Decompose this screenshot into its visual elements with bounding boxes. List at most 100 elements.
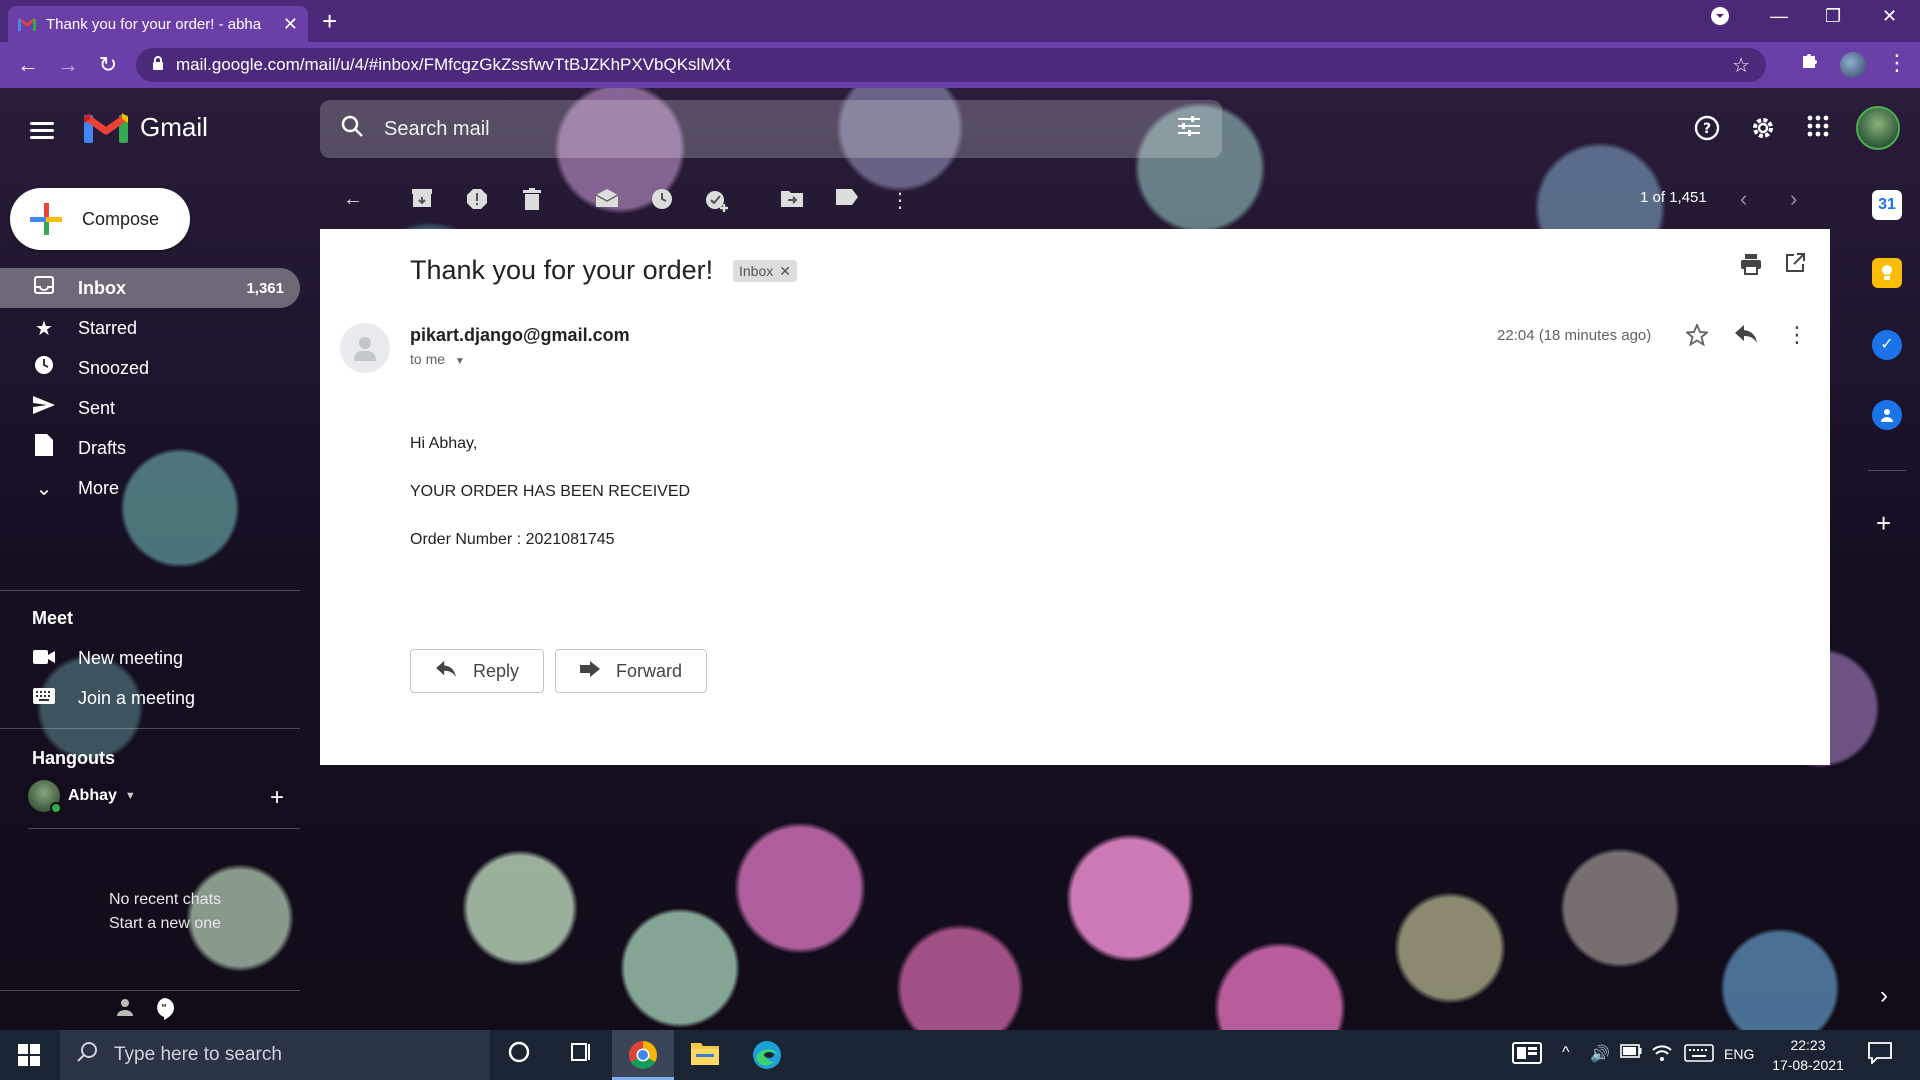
main-menu-icon[interactable]: [30, 118, 54, 143]
video-camera-icon: [32, 648, 56, 669]
taskbar-search-box[interactable]: Type here to search: [60, 1030, 490, 1080]
compose-button[interactable]: Compose: [10, 188, 190, 250]
browser-menu-icon[interactable]: ⋮: [1886, 50, 1908, 76]
older-chevron-right-icon[interactable]: ›: [1790, 186, 1797, 212]
browser-tab[interactable]: Thank you for your order! - abha ✕: [8, 6, 308, 42]
get-addons-plus-icon[interactable]: +: [1876, 508, 1891, 539]
show-side-panel-chevron-icon[interactable]: ›: [1880, 982, 1888, 1010]
close-window-icon[interactable]: ✕: [1882, 6, 1897, 27]
reload-icon[interactable]: ↻: [88, 52, 128, 78]
search-mail-input[interactable]: Search mail: [320, 100, 1222, 158]
join-meeting-button[interactable]: Join a meeting: [32, 688, 195, 709]
sidebar-item-label: Sent: [78, 397, 116, 418]
new-meeting-label: New meeting: [78, 648, 184, 668]
wifi-icon[interactable]: [1652, 1044, 1672, 1067]
add-to-tasks-icon[interactable]: [702, 188, 732, 212]
touch-keyboard-icon[interactable]: [1684, 1044, 1714, 1067]
forward-label: Forward: [616, 660, 683, 681]
newer-chevron-left-icon[interactable]: ‹: [1740, 186, 1747, 212]
cortana-icon[interactable]: [504, 1040, 534, 1070]
new-tab-icon[interactable]: +: [322, 6, 337, 37]
compose-plus-icon: [30, 203, 62, 235]
email-greeting: Hi Abhay,: [410, 435, 478, 452]
sidebar-item-starred[interactable]: ★ Starred: [0, 308, 300, 348]
snooze-clock-icon[interactable]: [647, 188, 677, 212]
lock-icon: [152, 55, 164, 75]
keep-notes-icon[interactable]: [1872, 258, 1902, 288]
inbox-unread-count: 1,361: [246, 279, 284, 297]
notifications-icon[interactable]: [1868, 1042, 1892, 1069]
sidebar-item-inbox[interactable]: Inbox 1,361: [0, 268, 300, 308]
reply-icon[interactable]: [1734, 324, 1758, 350]
tab-title: Thank you for your order! - abha: [46, 15, 262, 33]
url-field[interactable]: mail.google.com/mail/u/4/#inbox/FMfcgzGk…: [136, 48, 1766, 82]
start-new-chat-link[interactable]: Start a new one: [80, 912, 250, 936]
tablet-mode-icon[interactable]: [1512, 1042, 1542, 1069]
input-language[interactable]: ENG: [1724, 1046, 1754, 1062]
extensions-icon[interactable]: [1800, 50, 1820, 76]
star-outline-icon[interactable]: [1684, 322, 1710, 352]
sidebar-divider: [0, 990, 300, 991]
bookmark-star-icon[interactable]: ☆: [1732, 53, 1750, 78]
reply-button[interactable]: Reply: [410, 649, 545, 693]
file-explorer-icon[interactable]: [690, 1040, 720, 1070]
new-meeting-button[interactable]: New meeting: [32, 648, 183, 669]
mark-unread-icon[interactable]: [592, 188, 622, 212]
sidebar-item-drafts[interactable]: Drafts: [0, 428, 300, 468]
show-hidden-icons-chevron-icon[interactable]: ^: [1562, 1044, 1570, 1062]
chrome-icon[interactable]: [628, 1040, 658, 1070]
hangouts-quote-icon[interactable]: ": [154, 998, 174, 1025]
more-options-icon[interactable]: ⋮: [885, 188, 915, 212]
gmail-logo[interactable]: Gmail: [83, 111, 208, 143]
inbox-icon: [32, 276, 56, 300]
archive-icon[interactable]: [407, 188, 437, 212]
print-icon[interactable]: [1740, 253, 1762, 281]
sender-email[interactable]: pikart.django@gmail.com: [410, 325, 630, 346]
system-clock[interactable]: 22:23 17-08-2021: [1768, 1035, 1848, 1075]
sidebar-item-sent[interactable]: Sent: [0, 388, 300, 428]
windows-start-icon[interactable]: [18, 1044, 40, 1066]
remove-label-icon[interactable]: ✕: [779, 263, 791, 280]
task-view-icon[interactable]: [566, 1040, 596, 1070]
browser-profile-avatar[interactable]: [1840, 52, 1866, 78]
battery-icon[interactable]: [1620, 1044, 1642, 1063]
report-spam-icon[interactable]: [462, 188, 492, 212]
sender-avatar[interactable]: [340, 323, 390, 373]
minimize-icon[interactable]: —: [1770, 6, 1788, 27]
help-icon[interactable]: ?: [1692, 114, 1722, 144]
forward-icon[interactable]: →: [48, 52, 88, 78]
sidebar-item-snoozed[interactable]: Snoozed: [0, 348, 300, 388]
close-tab-icon[interactable]: ✕: [283, 14, 298, 35]
forward-button[interactable]: Forward: [555, 649, 708, 693]
settings-gear-icon[interactable]: [1748, 114, 1778, 144]
message-more-icon[interactable]: ⋮: [1786, 322, 1808, 348]
email-subject: Thank you for your order!: [410, 255, 714, 285]
calendar-icon[interactable]: 31: [1872, 190, 1902, 220]
move-to-icon[interactable]: [777, 188, 807, 212]
back-to-inbox-icon[interactable]: ←: [338, 188, 368, 212]
contacts-person-icon[interactable]: [116, 998, 134, 1025]
no-chats-text: No recent chats: [108, 891, 222, 908]
account-avatar[interactable]: [1856, 106, 1900, 150]
back-icon[interactable]: ←: [8, 52, 48, 78]
label-tag-icon[interactable]: [832, 188, 862, 212]
tab-search-icon[interactable]: [1710, 6, 1730, 31]
delete-trash-icon[interactable]: [517, 188, 547, 212]
contacts-icon[interactable]: [1872, 400, 1902, 430]
address-bar: ← → ↻ mail.google.com/mail/u/4/#inbox/FM…: [0, 42, 1920, 88]
open-new-window-icon[interactable]: [1785, 253, 1805, 279]
tasks-check-icon[interactable]: ✓: [1872, 330, 1902, 360]
hangouts-user[interactable]: Abhay ▼: [28, 780, 136, 814]
search-placeholder: Search mail: [384, 117, 490, 140]
restore-icon[interactable]: ❐: [1825, 6, 1841, 27]
edge-browser-icon[interactable]: [752, 1040, 782, 1070]
inbox-label-chip: Inbox ✕: [733, 260, 797, 282]
apps-grid-icon[interactable]: [1803, 114, 1833, 144]
sidebar-item-label: More: [78, 477, 120, 498]
search-options-icon[interactable]: [1176, 115, 1202, 143]
new-chat-plus-icon[interactable]: +: [270, 784, 284, 812]
search-icon[interactable]: [340, 114, 364, 144]
volume-icon[interactable]: 🔊: [1590, 1044, 1610, 1064]
recipient-details-toggle[interactable]: to me ▼: [410, 351, 465, 367]
sidebar-item-more[interactable]: ⌄ More: [0, 468, 300, 508]
